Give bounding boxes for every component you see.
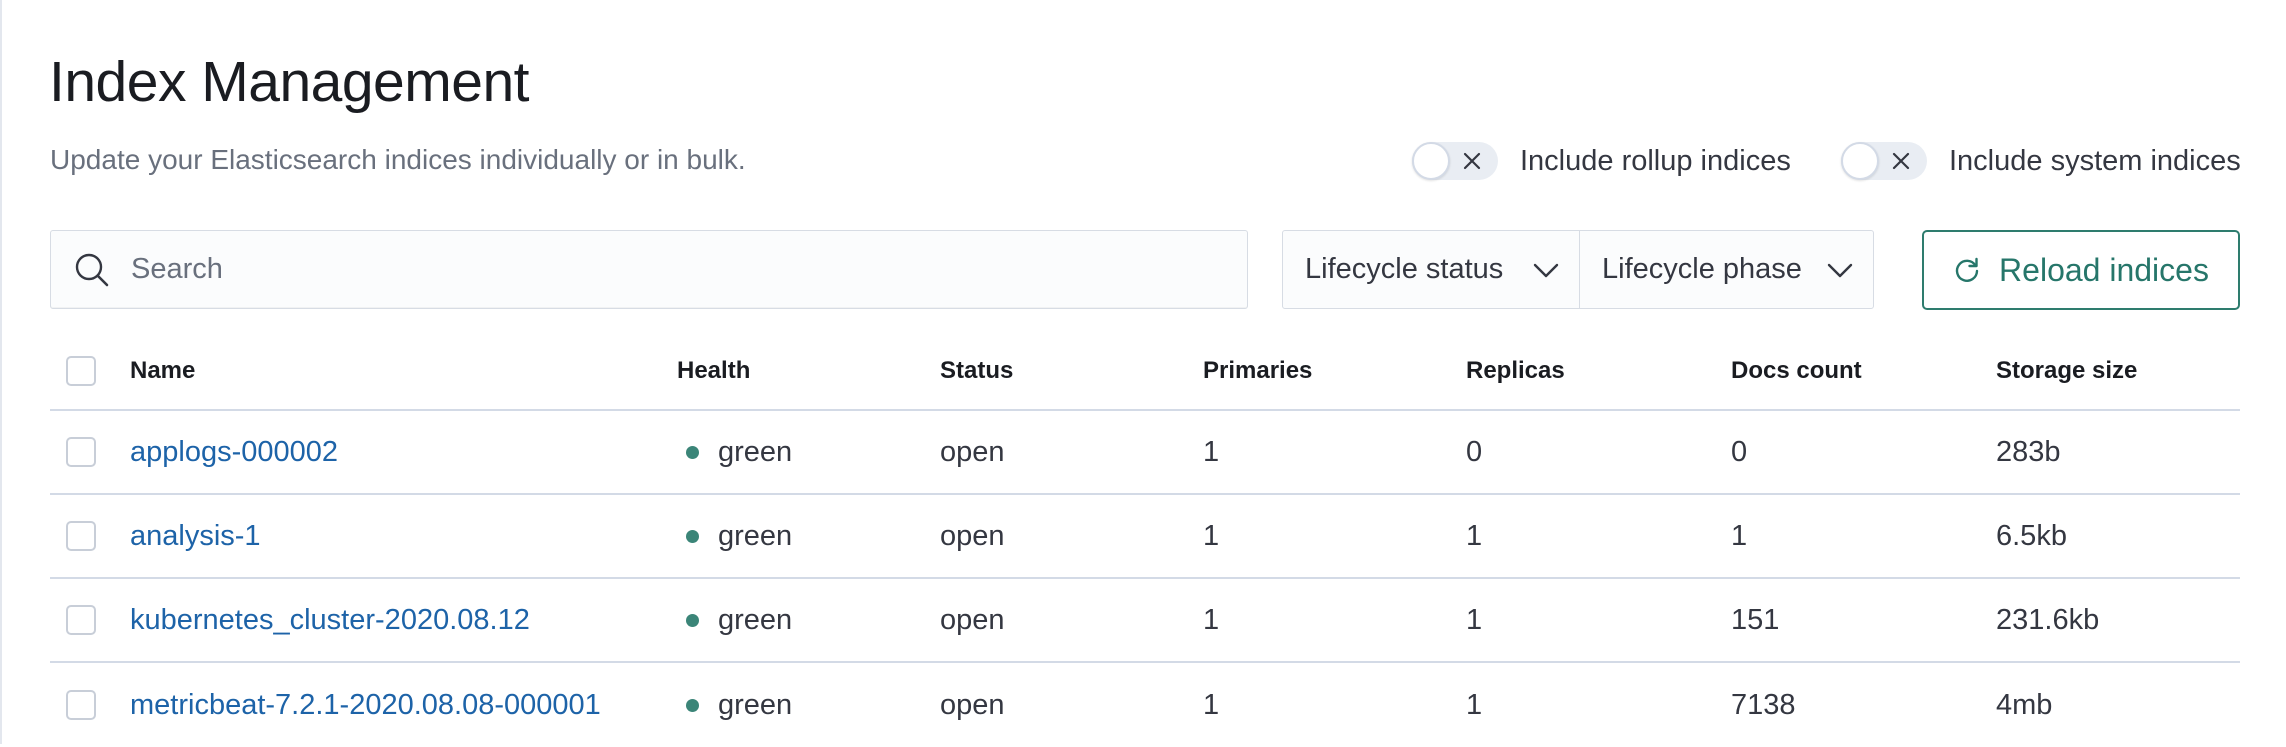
cross-icon — [1463, 152, 1481, 170]
toggle-knob — [1412, 142, 1450, 180]
health-value: green — [718, 519, 793, 552]
replicas-value: 0 — [1466, 435, 1483, 468]
storage-size-value: 231.6kb — [1996, 603, 2100, 636]
lifecycle-filter-group: Lifecycle status Lifecycle phase — [1282, 230, 1874, 309]
docs-count-value: 7138 — [1731, 688, 1796, 721]
row-select-cell — [66, 663, 96, 747]
row-checkbox[interactable] — [66, 690, 96, 720]
replicas-value: 1 — [1466, 603, 1483, 636]
replicas-value: 1 — [1466, 519, 1483, 552]
column-header-replicas[interactable]: Replicas — [1466, 333, 1565, 409]
search-icon — [75, 253, 109, 287]
docs-count-value: 151 — [1731, 603, 1780, 636]
table-row: metricbeat-7.2.1-2020.08.08-000001 green… — [50, 663, 2240, 747]
page-title: Index Management — [49, 50, 529, 114]
row-select-cell — [66, 411, 96, 493]
primaries-value: 1 — [1203, 435, 1220, 468]
health-cell: green — [677, 495, 792, 577]
include-system-toggle[interactable] — [1841, 142, 1927, 180]
status-value: open — [940, 435, 1005, 468]
health-cell: green — [677, 663, 792, 747]
reload-indices-label: Reload indices — [1999, 251, 2209, 288]
page-subtitle: Update your Elasticsearch indices indivi… — [50, 144, 746, 175]
primaries-value: 1 — [1203, 519, 1220, 552]
lifecycle-phase-label: Lifecycle phase — [1602, 253, 1802, 285]
storage-size-value: 283b — [1996, 435, 2061, 468]
docs-count-value: 0 — [1731, 435, 1748, 468]
lifecycle-status-filter[interactable]: Lifecycle status — [1283, 231, 1579, 308]
health-value: green — [718, 435, 793, 468]
select-all-checkbox[interactable] — [66, 356, 96, 386]
row-select-cell — [66, 579, 96, 661]
storage-size-value: 6.5kb — [1996, 519, 2067, 552]
indices-table: Name Health Status Primaries Replicas Do… — [50, 333, 2240, 747]
row-checkbox[interactable] — [66, 605, 96, 635]
search-box — [50, 230, 1248, 309]
health-cell: green — [677, 411, 792, 493]
index-name-link[interactable]: analysis-1 — [130, 495, 261, 577]
toggle-knob — [1841, 142, 1879, 180]
chevron-down-icon — [1827, 263, 1853, 278]
include-system-label: Include system indices — [1949, 144, 2241, 177]
index-name-link[interactable]: applogs-000002 — [130, 411, 338, 493]
primaries-value: 1 — [1203, 603, 1220, 636]
status-value: open — [940, 519, 1005, 552]
reload-indices-button[interactable]: Reload indices — [1922, 230, 2240, 310]
lifecycle-phase-filter[interactable]: Lifecycle phase — [1579, 231, 1873, 308]
search-input[interactable] — [131, 231, 1231, 308]
column-header-storage-size[interactable]: Storage size — [1996, 333, 2137, 409]
health-cell: green — [677, 579, 792, 661]
health-value: green — [718, 603, 793, 636]
chevron-down-icon — [1533, 263, 1559, 278]
column-header-name[interactable]: Name — [130, 333, 195, 409]
index-name-link[interactable]: metricbeat-7.2.1-2020.08.08-000001 — [130, 663, 601, 747]
lifecycle-status-label: Lifecycle status — [1305, 253, 1504, 285]
column-header-primaries[interactable]: Primaries — [1203, 333, 1312, 409]
page-left-border — [0, 0, 2, 744]
health-value: green — [718, 688, 793, 721]
cross-icon — [1892, 152, 1910, 170]
health-dot-icon — [686, 445, 699, 459]
table-row: kubernetes_cluster-2020.08.12 green open… — [50, 579, 2240, 663]
row-checkbox[interactable] — [66, 521, 96, 551]
refresh-icon — [1955, 257, 1979, 282]
status-value: open — [940, 688, 1005, 721]
health-dot-icon — [686, 613, 699, 627]
select-all-cell — [66, 333, 96, 409]
replicas-value: 1 — [1466, 688, 1483, 721]
table-row: analysis-1 green open 1 1 1 6.5kb — [50, 495, 2240, 579]
include-rollup-label: Include rollup indices — [1520, 144, 1791, 177]
storage-size-value: 4mb — [1996, 688, 2053, 721]
column-header-health[interactable]: Health — [677, 333, 750, 409]
include-rollup-toggle-group: Include rollup indices — [1412, 140, 1791, 182]
health-dot-icon — [686, 529, 699, 543]
row-select-cell — [66, 495, 96, 577]
include-rollup-toggle[interactable] — [1412, 142, 1498, 180]
index-name-link[interactable]: kubernetes_cluster-2020.08.12 — [130, 579, 530, 661]
table-header-row: Name Health Status Primaries Replicas Do… — [50, 333, 2240, 411]
health-dot-icon — [686, 698, 699, 712]
docs-count-value: 1 — [1731, 519, 1748, 552]
primaries-value: 1 — [1203, 688, 1220, 721]
row-checkbox[interactable] — [66, 437, 96, 467]
status-value: open — [940, 603, 1005, 636]
column-header-status[interactable]: Status — [940, 333, 1013, 409]
table-row: applogs-000002 green open 1 0 0 283b — [50, 411, 2240, 495]
column-header-docs-count[interactable]: Docs count — [1731, 333, 1862, 409]
include-system-toggle-group: Include system indices — [1841, 140, 2241, 182]
